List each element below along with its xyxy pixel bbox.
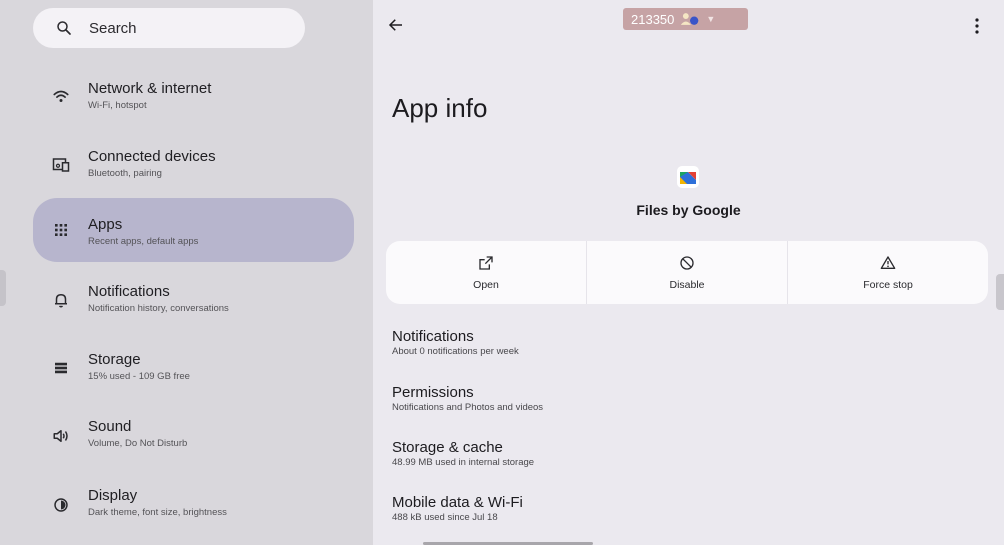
setting-title: Notifications: [392, 328, 474, 345]
app-info-pane: 213350 ▼ App info Files by Google Open D…: [373, 0, 1004, 545]
sidebar-item-title: Apps: [88, 216, 123, 233]
setting-permissions[interactable]: Permissions Notifications and Photos and…: [392, 384, 952, 413]
more-vert-icon[interactable]: [973, 17, 981, 35]
app-actions-card: Open Disable Force stop: [386, 241, 988, 304]
open-label: Open: [473, 279, 499, 291]
sidebar-item-subtitle: Notification history, conversations: [88, 303, 229, 314]
sidebar-item-subtitle: Volume, Do Not Disturb: [88, 438, 188, 449]
setting-notifications[interactable]: Notifications About 0 notifications per …: [392, 328, 952, 357]
sidebar-item-notifications[interactable]: Notifications Notification history, conv…: [33, 272, 354, 336]
setting-subtitle: Notifications and Photos and videos: [392, 402, 544, 413]
sidebar-item-title: Display: [88, 487, 138, 504]
sidebar-item-network[interactable]: Network & internet Wi-Fi, hotspot: [33, 68, 354, 132]
sidebar-item-display[interactable]: Display Dark theme, font size, brightnes…: [33, 476, 354, 540]
status-chip-text: 213350: [631, 11, 675, 27]
sidebar-item-title: Storage: [88, 351, 141, 368]
search-icon: [57, 21, 71, 35]
warning-icon: [880, 256, 896, 269]
sidebar-item-subtitle: Bluetooth, pairing: [88, 168, 162, 179]
sidebar-item-sound[interactable]: Sound Volume, Do Not Disturb: [33, 408, 354, 472]
sidebar-item-subtitle: Recent apps, default apps: [88, 236, 199, 247]
sidebar-item-title: Network & internet: [88, 80, 212, 97]
user-badge-icon: [681, 13, 699, 25]
disable-button[interactable]: Disable: [587, 241, 787, 304]
page-title: App info: [392, 93, 488, 123]
files-by-google-icon: [677, 166, 699, 188]
force-stop-label: Force stop: [863, 279, 913, 291]
sidebar-item-title: Notifications: [88, 283, 170, 300]
force-stop-button[interactable]: Force stop: [788, 241, 988, 304]
sidebar-item-subtitle: 15% used - 109 GB free: [88, 371, 190, 382]
search-bar[interactable]: Search: [33, 8, 305, 48]
brightness-icon: [54, 498, 68, 512]
pane-resize-handle-left[interactable]: [0, 270, 6, 306]
setting-subtitle: About 0 notifications per week: [392, 346, 519, 357]
open-external-icon: [479, 256, 493, 270]
wifi-icon: [53, 90, 69, 102]
back-arrow-icon[interactable]: [387, 16, 405, 34]
setting-mobile-data-wifi[interactable]: Mobile data & Wi-Fi 488 kB used since Ju…: [392, 494, 952, 523]
settings-sidebar: Search Network & internet Wi-Fi, hotspot…: [0, 0, 373, 545]
open-button[interactable]: Open: [386, 241, 586, 304]
disable-label: Disable: [669, 279, 705, 291]
chevron-down-icon: ▼: [706, 14, 716, 24]
disable-icon: [680, 256, 694, 270]
setting-title: Mobile data & Wi-Fi: [392, 494, 523, 511]
bell-icon: [55, 293, 67, 308]
sidebar-item-subtitle: Wi-Fi, hotspot: [88, 100, 147, 111]
setting-title: Storage & cache: [392, 439, 503, 456]
setting-title: Permissions: [392, 384, 474, 401]
sidebar-item-connected-devices[interactable]: Connected devices Bluetooth, pairing: [33, 136, 354, 200]
search-label: Search: [89, 20, 137, 37]
pane-resize-handle-right[interactable]: [996, 274, 1004, 310]
sidebar-item-subtitle: Dark theme, font size, brightness: [88, 507, 227, 518]
setting-storage-cache[interactable]: Storage & cache 48.99 MB used in interna…: [392, 439, 952, 468]
sidebar-item-apps[interactable]: Apps Recent apps, default apps: [33, 198, 354, 262]
status-chip: 213350 ▼: [623, 8, 748, 30]
sidebar-item-title: Connected devices: [88, 148, 216, 165]
sidebar-item-storage[interactable]: Storage 15% used - 109 GB free: [33, 340, 354, 404]
app-name: Files by Google: [636, 202, 741, 218]
volume-icon: [53, 430, 68, 442]
setting-subtitle: 48.99 MB used in internal storage: [392, 457, 535, 468]
sidebar-item-title: Sound: [88, 418, 132, 435]
storage-icon: [55, 362, 67, 374]
apps-grid-icon: [55, 224, 67, 236]
devices-icon: [52, 158, 70, 172]
setting-subtitle: 488 kB used since Jul 18: [392, 512, 498, 523]
